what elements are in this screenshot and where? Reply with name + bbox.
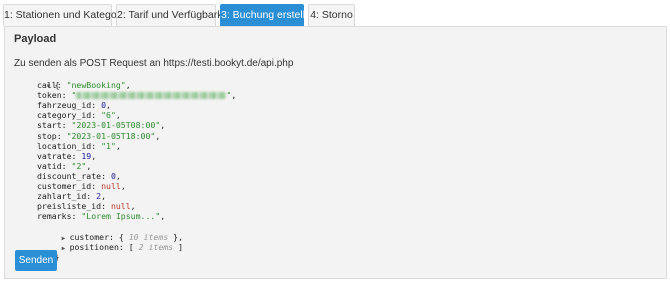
payload-value: 19 — [81, 150, 92, 161]
payload-key: preisliste_id — [37, 201, 102, 212]
payload-key: remarks — [37, 211, 72, 222]
payload-value: null — [101, 181, 121, 192]
payload-key: vatid — [37, 160, 62, 171]
tab-stationen-kategorien[interactable]: 1: Stationen und Kategorien — [3, 4, 134, 26]
tab-storno[interactable]: 4: Storno — [308, 4, 355, 26]
tab-bar: 1: Stationen und Kategorien 2: Tarif und… — [0, 0, 670, 26]
payload-line-token: token: " ", — [37, 90, 237, 101]
payload-root-line[interactable]: ▼{ — [17, 70, 236, 90]
payload-line-customer[interactable]: ▶ customer: { 10 items }, — [17, 221, 236, 242]
payload-value: "2023-01-05T08:00" — [71, 120, 161, 131]
payload-value: "1" — [101, 140, 116, 151]
payload-line-vatrate: vatrate: 19, — [37, 150, 97, 161]
payload-key: location_id — [37, 140, 92, 151]
payload-key: fahrzeug_id — [37, 100, 92, 111]
redacted-token — [76, 92, 227, 100]
payload-key: start — [37, 120, 62, 131]
payload-key: category_id — [37, 110, 92, 121]
payload-key: stop — [37, 130, 57, 141]
request-intro: Zu senden als POST Request an https://te… — [14, 58, 294, 69]
payload-value: 0 — [101, 100, 107, 111]
payload-value: "Lorem Ipsum..." — [81, 211, 161, 222]
payload-viewer: ▼{ call: "newBooking", token: " ", fahrzeug… — [17, 70, 237, 262]
payload-line-call: call: "newBooking", — [37, 80, 131, 91]
payload-line-category-id: category_id: "6", — [37, 110, 121, 121]
booking-panel: Payload Zu senden als POST Request an ht… — [4, 26, 667, 279]
payload-key: token — [37, 90, 62, 101]
payload-key: call — [37, 80, 57, 91]
payload-value: 0 — [110, 170, 116, 181]
payload-value: 2 — [96, 191, 102, 202]
payload-line-remarks: remarks: "Lorem Ipsum...", — [37, 211, 166, 222]
token-quote: " — [226, 90, 232, 101]
payload-value: null — [110, 201, 131, 212]
payload-value: "6" — [101, 110, 116, 121]
tab-tarif-verfuegbarkeit[interactable]: 2: Tarif und Verfügbarkeit — [116, 4, 234, 26]
payload-value: "2023-01-05T18:00" — [66, 130, 156, 141]
tab-buchung-erstellen[interactable]: 3: Buchung erstellen — [220, 4, 317, 26]
payload-line-discount-rate: discount_rate: 0, — [37, 170, 121, 181]
payload-line-preisliste-id: preisliste_id: null, — [37, 201, 136, 212]
payload-line-customer-id: customer_id: null, — [37, 181, 126, 192]
send-button[interactable]: Senden — [15, 250, 57, 271]
payload-line-location-id: location_id: "1", — [37, 140, 121, 151]
payload-line-zahlart-id: zahlart_id: 2, — [37, 191, 107, 202]
payload-line-fahrzeug-id: fahrzeug_id: 0, — [37, 100, 111, 111]
payload-key: discount_rate — [37, 170, 102, 181]
payload-value: "2" — [71, 160, 87, 171]
payload-line-start: start: "2023-01-05T08:00", — [37, 120, 166, 131]
payload-line-positionen[interactable]: ▶ positionen: [ 2 items ] — [17, 232, 236, 252]
payload-line-vatid: vatid: "2", — [37, 160, 92, 171]
payload-value: "newBooking" — [66, 80, 126, 91]
payload-key: zahlart_id — [37, 191, 87, 202]
payload-line-stop: stop: "2023-01-05T18:00", — [37, 130, 161, 141]
panel-title: Payload — [14, 33, 57, 45]
payload-key: vatrate — [37, 150, 72, 161]
payload-key: customer_id — [37, 181, 92, 192]
